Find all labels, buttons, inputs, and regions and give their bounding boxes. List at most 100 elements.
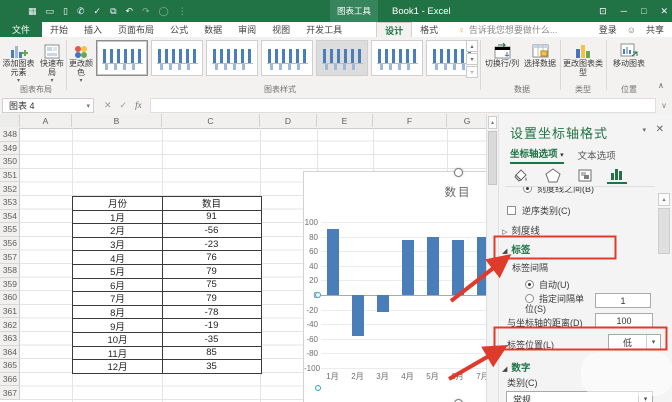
tab-axis-options[interactable]: 坐标轴选项 ▾ [510, 146, 564, 164]
label-position-dropdown[interactable]: 低 ▾ [608, 334, 661, 350]
gallery-more-button[interactable]: ▿ [466, 66, 478, 78]
chart-bar[interactable] [477, 237, 487, 295]
print-preview-icon[interactable]: ⧉ [110, 7, 116, 16]
table-cell[interactable]: 1月 [73, 211, 163, 224]
table-cell[interactable]: -19 [163, 319, 260, 332]
row-header[interactable]: 365 [0, 359, 20, 373]
cancel-icon[interactable]: ✕ [104, 100, 112, 111]
row-header[interactable]: 362 [0, 318, 20, 332]
style-thumbnail[interactable] [316, 40, 368, 76]
name-box[interactable]: 图表 4 ▾ [2, 98, 94, 113]
row-header[interactable]: 357 [0, 250, 20, 264]
scroll-up-icon[interactable]: ▴ [488, 116, 497, 129]
table-header-cell[interactable]: 月份 [73, 197, 163, 210]
save-icon[interactable]: ▦ [28, 7, 37, 16]
table-cell[interactable]: 10月 [73, 333, 163, 346]
column-header[interactable]: A [20, 114, 72, 127]
gallery-down-button[interactable]: ▾ [466, 53, 478, 65]
row-header[interactable]: 351 [0, 169, 20, 183]
insert-function-icon[interactable]: fx [135, 100, 142, 111]
row-header[interactable]: 360 [0, 291, 20, 305]
name-box-dropdown-icon[interactable]: ▾ [86, 102, 90, 110]
spellcheck-icon[interactable]: ✓ [94, 7, 102, 16]
section-labels[interactable]: ◢标签 [502, 242, 530, 256]
close-button[interactable]: ✕ [660, 6, 668, 17]
qat-more-icon[interactable]: ⋮ [178, 7, 187, 16]
ribbon-tab[interactable]: 插入 [76, 22, 110, 37]
table-cell[interactable]: 3月 [73, 238, 163, 251]
table-cell[interactable]: 85 [163, 347, 260, 360]
style-thumbnail[interactable] [96, 40, 148, 76]
style-thumbnail[interactable] [371, 40, 423, 76]
pane-close-icon[interactable]: ✕ [656, 124, 664, 135]
table-cell[interactable]: 11月 [73, 347, 163, 360]
column-header[interactable]: C [162, 114, 260, 127]
style-thumbnail[interactable] [261, 40, 313, 76]
ribbon-tab[interactable]: 视图 [264, 22, 298, 37]
fill-line-icon[interactable] [511, 166, 531, 184]
distance-from-axis-input[interactable]: 100 [595, 313, 653, 328]
tab-text-options[interactable]: 文本选项 [578, 148, 616, 162]
ribbon-display-options-icon[interactable]: ⊡ [599, 6, 607, 17]
chart-resize-handle-top[interactable] [454, 168, 463, 177]
row-header[interactable]: 356 [0, 237, 20, 251]
change-colors-button[interactable]: 更改颜色 ▾ [68, 39, 94, 86]
checkbox-icon[interactable] [507, 206, 516, 215]
table-cell[interactable]: 35 [163, 360, 260, 373]
row-header[interactable]: 354 [0, 210, 20, 224]
row-header[interactable]: 352 [0, 182, 20, 196]
pane-scrollbar[interactable]: ▴ [658, 193, 670, 400]
row-header[interactable]: 359 [0, 278, 20, 292]
row-header[interactable]: 350 [0, 155, 20, 169]
scrollbar-thumb[interactable] [658, 208, 670, 254]
auto-radio[interactable]: 自动(U) [525, 278, 570, 291]
chart-bar[interactable] [352, 295, 364, 336]
row-header[interactable]: 348 [0, 128, 20, 142]
switch-row-column-button[interactable]: 切换行/列 [483, 39, 521, 68]
table-cell[interactable]: 4月 [73, 251, 163, 264]
open-icon[interactable]: ▭ [46, 7, 55, 16]
gallery-up-button[interactable]: ▴ [466, 40, 478, 52]
section-tick-marks[interactable]: ▷刻度线 [502, 223, 540, 237]
new-icon[interactable]: ▯ [63, 7, 68, 16]
column-header[interactable]: D [260, 114, 317, 127]
worksheet-area[interactable]: ABCDEFG 34834935035135235335435535635735… [0, 114, 486, 402]
row-header[interactable]: 367 [0, 386, 20, 400]
table-cell[interactable]: 79 [163, 292, 260, 305]
ribbon-tab[interactable]: 数据 [196, 22, 230, 37]
row-header[interactable]: 364 [0, 346, 20, 360]
interval-units-input[interactable]: 1 [595, 293, 651, 308]
tell-me-search[interactable]: ♀ 告诉我您想要做什么... [458, 23, 557, 36]
chart-object[interactable]: 数目 100806040200-20-40-60-80-1001月2月3月4月5… [303, 171, 486, 402]
chart-bar[interactable] [402, 240, 414, 295]
column-header[interactable]: B [72, 114, 162, 127]
tab-format[interactable]: 格式 [412, 22, 446, 37]
quick-layout-button[interactable]: 快速布局 ▾ [37, 39, 67, 86]
data-table[interactable]: 月份数目1月912月-563月-234月765月796月757月798月-789… [72, 196, 262, 374]
chart-bar[interactable] [452, 240, 464, 295]
select-data-button[interactable]: 选择数据 [522, 39, 558, 68]
chart-title[interactable]: 数目 [408, 184, 486, 200]
column-header[interactable]: F [373, 114, 447, 127]
undo-icon[interactable]: ↶ [126, 7, 134, 16]
row-header[interactable]: 349 [0, 142, 20, 156]
axis-options-icon[interactable] [607, 164, 627, 184]
table-cell[interactable]: -23 [163, 238, 260, 251]
change-chart-type-button[interactable]: 更改图表类型 [562, 39, 604, 77]
table-cell[interactable]: 75 [163, 279, 260, 292]
table-cell[interactable]: 91 [163, 211, 260, 224]
table-cell[interactable]: -78 [163, 306, 260, 319]
formula-bar-expand-icon[interactable]: ∨ [656, 101, 672, 110]
size-properties-icon[interactable] [575, 166, 595, 184]
touch-mode-icon[interactable]: ✆ [77, 7, 85, 16]
enter-icon[interactable]: ✓ [120, 100, 128, 111]
sheet-vertical-scrollbar[interactable]: ▴ [486, 114, 498, 402]
row-header[interactable]: 358 [0, 264, 20, 278]
table-cell[interactable]: 7月 [73, 292, 163, 305]
style-thumbnail[interactable] [151, 40, 203, 76]
ribbon-tab[interactable]: 开始 [42, 22, 76, 37]
select-all-corner[interactable] [0, 114, 20, 127]
section-number[interactable]: ◢数字 [502, 360, 530, 374]
chart-bar[interactable] [427, 237, 439, 295]
tab-design[interactable]: 设计 [376, 22, 412, 38]
